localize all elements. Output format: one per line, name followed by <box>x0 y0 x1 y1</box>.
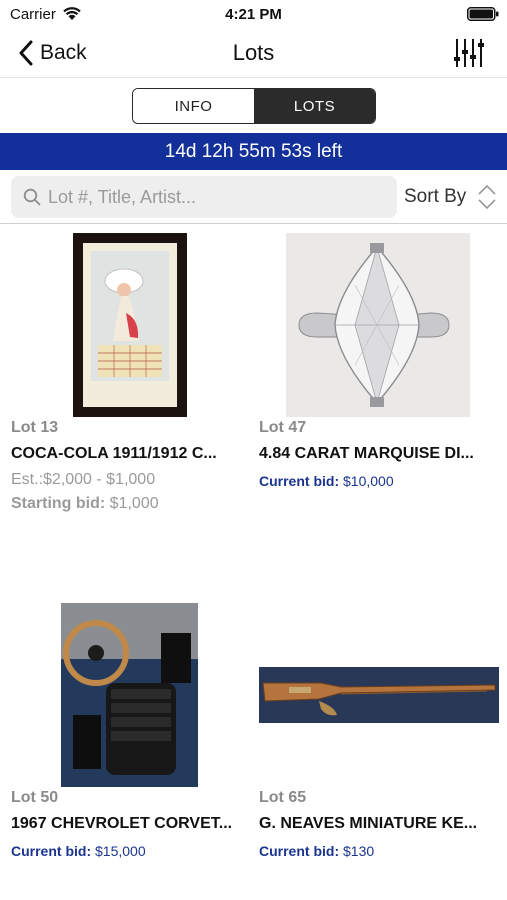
lot-number: Lot 47 <box>259 419 307 436</box>
tab-lots[interactable]: LOTS <box>254 89 375 123</box>
current-bid-value: $10,000 <box>343 473 394 489</box>
back-button[interactable]: Back <box>18 38 87 68</box>
starting-bid-label: Starting bid: <box>11 495 106 512</box>
search-icon <box>23 188 41 206</box>
lot-image-miniature-rifle <box>259 667 499 723</box>
current-bid: Current bid: $130 <box>259 843 374 859</box>
lot-card[interactable]: Lot 13 COCA-COLA 1911/1912 C... Est.:$2,… <box>11 233 251 518</box>
current-bid: Current bid: $10,000 <box>259 473 394 489</box>
lot-image-corvette-interior <box>61 603 198 787</box>
lot-title: COCA-COLA 1911/1912 C... <box>11 445 217 462</box>
starting-bid: Starting bid: $1,000 <box>11 495 159 513</box>
lot-card[interactable]: Lot 65 G. NEAVES MINIATURE KE... Current… <box>259 603 499 863</box>
time-left-text: 14d 12h 55m 53s left <box>164 140 343 162</box>
lot-number: Lot 50 <box>11 789 59 806</box>
time-left-banner: 14d 12h 55m 53s left <box>0 133 507 170</box>
sort-by-button[interactable]: Sort By <box>404 183 498 211</box>
current-bid-label: Current bid: <box>11 843 92 859</box>
search-sort-row: Sort By <box>0 170 507 224</box>
current-bid-value: $130 <box>343 843 375 859</box>
current-bid-value: $15,000 <box>95 843 146 859</box>
back-label: Back <box>40 41 87 64</box>
lot-title: 1967 CHEVROLET CORVET... <box>11 815 233 832</box>
info-lots-segmented-control: INFO LOTS <box>132 88 376 124</box>
navigation-bar: Back Lots <box>0 28 507 78</box>
chevron-left-icon <box>19 40 33 66</box>
lot-estimate: Est.:$2,000 - $1,000 <box>11 471 156 488</box>
lot-image-marquise-diamond-ring <box>286 233 470 417</box>
lot-title: 4.84 CARAT MARQUISE DI... <box>259 445 474 462</box>
lot-card[interactable]: Lot 50 1967 CHEVROLET CORVET... Current … <box>11 603 251 863</box>
lot-image-coca-cola-calendar <box>73 233 187 417</box>
battery-icon <box>467 7 499 21</box>
lot-number: Lot 65 <box>259 789 307 806</box>
search-box <box>11 176 397 218</box>
clock: 4:21 PM <box>225 6 282 23</box>
current-bid: Current bid: $15,000 <box>11 843 146 859</box>
sort-chevrons-icon <box>478 184 496 210</box>
lot-number: Lot 13 <box>11 419 59 436</box>
current-bid-label: Current bid: <box>259 843 340 859</box>
sort-by-label: Sort By <box>404 186 467 207</box>
filter-sliders-icon[interactable] <box>451 36 485 70</box>
lot-card[interactable]: Lot 47 4.84 CARAT MARQUISE DI... Current… <box>259 233 499 493</box>
starting-bid-value: $1,000 <box>109 495 159 512</box>
current-bid-label: Current bid: <box>259 473 340 489</box>
tab-info[interactable]: INFO <box>133 89 254 123</box>
lot-title: G. NEAVES MINIATURE KE... <box>259 815 478 832</box>
status-bar: Carrier 4:21 PM <box>0 0 507 28</box>
search-input[interactable] <box>48 186 378 208</box>
